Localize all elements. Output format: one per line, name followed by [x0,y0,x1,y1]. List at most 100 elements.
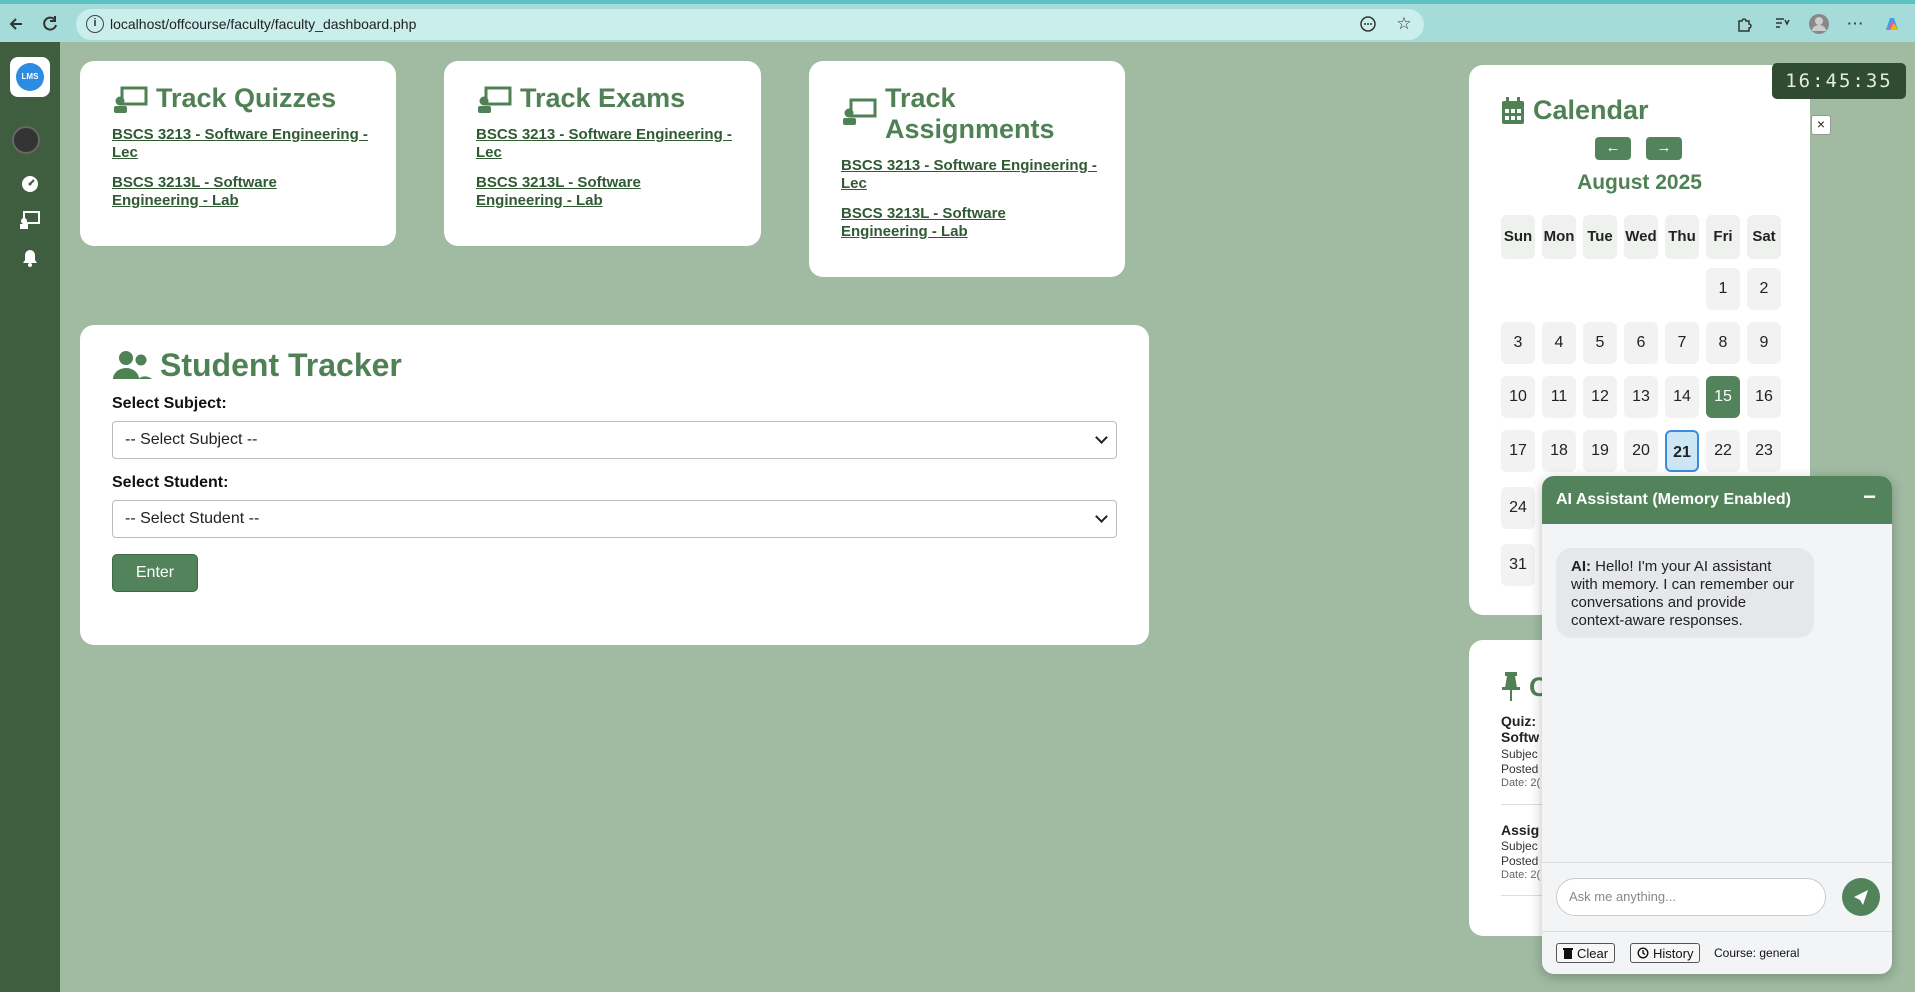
calendar-month: August 2025 [1577,171,1702,194]
track-quizzes-card: Track Quizzes BSCS 3213 - Software Engin… [80,61,396,246]
calendar-title: Calendar [1501,95,1649,126]
chat-header: AI Assistant (Memory Enabled) − [1542,476,1892,524]
reload-icon[interactable] [38,12,62,36]
assignment-link-lec[interactable]: BSCS 3213 - Software Engineering - Lec [841,157,1101,193]
clear-button[interactable]: Clear [1556,943,1616,963]
chalkboard-teacher-icon [843,98,877,125]
calendar-day[interactable]: 18 [1542,430,1576,472]
calendar-day[interactable]: 17 [1501,430,1535,472]
student-select[interactable]: -- Select Student -- [112,500,1117,538]
announcement-posted: Posted [1501,762,1539,776]
chevron-down-icon [1095,431,1108,444]
calendar-day[interactable]: 11 [1542,376,1576,418]
course-label: Course: general [1714,946,1800,960]
back-icon[interactable] [4,12,28,36]
prev-month-button[interactable]: ← [1595,137,1631,160]
tracker-title: Student Tracker [112,347,402,383]
card-title: Track Quizzes [112,83,336,114]
calendar-day[interactable]: 21 [1665,430,1699,472]
copilot-icon[interactable] [1880,12,1904,36]
close-button[interactable]: × [1811,115,1831,135]
pin-icon [1502,672,1520,701]
trash-icon [1563,948,1573,959]
users-icon [113,351,152,379]
weekday-header: Mon [1542,215,1576,259]
card-title: Track Assignments [841,83,1081,145]
profile-avatar-icon[interactable] [1807,12,1831,36]
divider [1542,931,1892,932]
card-title: Track Exams [476,83,685,114]
site-info-icon[interactable]: i [86,15,104,33]
calendar-day[interactable]: 13 [1624,376,1658,418]
extensions-icon[interactable] [1732,12,1756,36]
calendar-day[interactable]: 12 [1583,376,1617,418]
quiz-link-lab[interactable]: BSCS 3213L - Software Engineering - Lab [112,174,312,210]
calendar-day[interactable]: 7 [1665,322,1699,364]
weekday-header: Sun [1501,215,1535,259]
calendar-day[interactable]: 9 [1747,322,1781,364]
calendar-day[interactable]: 2 [1747,268,1781,310]
more-menu-icon[interactable]: ⋯ [1843,12,1867,36]
chalkboard-teacher-icon [478,86,512,113]
chat-input[interactable]: Ask me anything... [1556,878,1826,916]
assignment-link-lab[interactable]: BSCS 3213L - Software Engineering - Lab [841,205,1041,241]
calendar-day[interactable]: 4 [1542,322,1576,364]
calendar-day[interactable]: 10 [1501,376,1535,418]
announcement-subject: Subjec [1501,839,1538,853]
calendar-day[interactable]: 19 [1583,430,1617,472]
subject-label: Select Subject: [112,395,227,412]
announcement-title-line2: Softw [1501,729,1540,745]
history-button[interactable]: History [1630,943,1701,963]
lms-logo[interactable]: LMS [10,57,50,97]
announcement-subject: Subjec [1501,747,1538,761]
minimize-button[interactable]: − [1863,484,1876,510]
student-tracker-card: Student Tracker Select Subject: -- Selec… [80,325,1149,645]
announcement-title[interactable]: Quiz: [1501,713,1536,729]
chalkboard-teacher-icon[interactable] [18,210,42,234]
calendar-day[interactable]: 15 [1706,376,1740,418]
calendar-icon [1502,97,1524,124]
favorite-star-icon[interactable]: ☆ [1392,12,1416,36]
chat-title: AI Assistant (Memory Enabled) [1556,491,1792,508]
weekday-header: Fri [1706,215,1740,259]
next-month-button[interactable]: → [1646,137,1682,160]
reader-icon[interactable] [1356,12,1380,36]
track-assignments-card: Track Assignments BSCS 3213 - Software E… [809,61,1125,277]
calendar-day[interactable]: 22 [1706,430,1740,472]
divider [1542,862,1892,863]
url-text[interactable]: localhost/offcourse/faculty/faculty_dash… [110,16,416,32]
sidebar: LMS [0,42,60,992]
weekday-header: Thu [1665,215,1699,259]
calendar-day[interactable]: 5 [1583,322,1617,364]
send-button[interactable] [1842,878,1880,916]
subject-select[interactable]: -- Select Subject -- [112,421,1117,459]
track-exams-card: Track Exams BSCS 3213 - Software Enginee… [444,61,761,246]
quiz-link-lec[interactable]: BSCS 3213 - Software Engineering - Lec [112,126,372,162]
announcement-posted: Posted [1501,854,1539,868]
address-bar[interactable]: i localhost/offcourse/faculty/faculty_da… [76,9,1424,40]
announcement-date: Date: 2( [1501,869,1541,881]
exam-link-lab[interactable]: BSCS 3213L - Software Engineering - Lab [476,174,676,210]
enter-button[interactable]: Enter [112,554,198,592]
message-sender: AI: [1571,558,1591,575]
dashboard-gauge-icon[interactable] [18,174,42,198]
calendar-day[interactable]: 20 [1624,430,1658,472]
announcement-title[interactable]: Assig [1501,822,1539,838]
calendar-day[interactable]: 1 [1706,268,1740,310]
user-avatar[interactable] [12,126,40,154]
calendar-day[interactable]: 3 [1501,322,1535,364]
calendar-day[interactable]: 24 [1501,487,1535,529]
calendar-day[interactable]: 23 [1747,430,1781,472]
send-icon [1854,890,1868,905]
bell-icon[interactable] [18,248,42,272]
calendar-day[interactable]: 16 [1747,376,1781,418]
collections-icon[interactable] [1770,12,1794,36]
calendar-day[interactable]: 31 [1501,544,1535,586]
calendar-day[interactable]: 6 [1624,322,1658,364]
calendar-day[interactable]: 8 [1706,322,1740,364]
weekday-header: Tue [1583,215,1617,259]
exam-link-lec[interactable]: BSCS 3213 - Software Engineering - Lec [476,126,736,162]
subject-select-value: -- Select Subject -- [125,431,258,448]
ai-message-bubble: AI: Hello! I'm your AI assistant with me… [1556,548,1814,638]
calendar-day[interactable]: 14 [1665,376,1699,418]
